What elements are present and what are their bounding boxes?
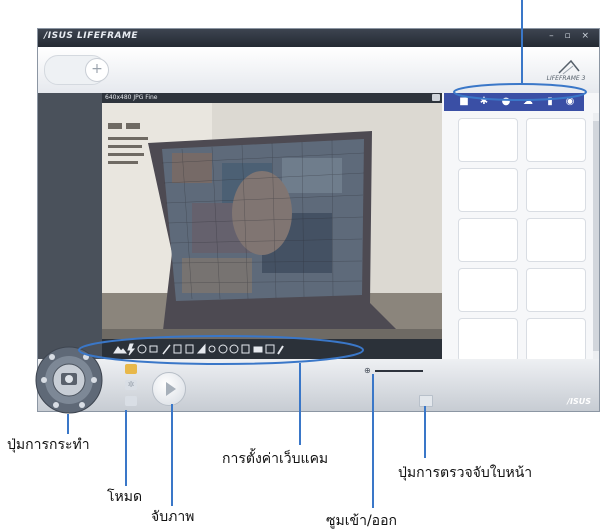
- label-zoom: ซูมเข้า/ออก: [326, 513, 397, 529]
- callout-line-zoom: [372, 374, 374, 508]
- label-capture: จับภาพ: [151, 509, 195, 525]
- play-icon: [166, 382, 176, 396]
- thumbnail-slot[interactable]: [526, 268, 586, 312]
- title-bar: /ISUS LIFEFRAME – ▫ ×: [38, 29, 599, 47]
- callout-line-capture: [171, 404, 173, 506]
- capture-button[interactable]: [152, 372, 186, 406]
- thumbnail-slot[interactable]: [458, 318, 518, 362]
- label-webcam-settings: การตั้งค่าเว็บแคม: [222, 451, 329, 467]
- label-face-detection: ปุ่มการตรวจจับใบหน้า: [398, 465, 533, 481]
- label-mode: โหมด: [107, 489, 143, 505]
- thumbnail-slot[interactable]: [526, 318, 586, 362]
- face-detect-button[interactable]: [419, 395, 433, 407]
- preview-close-icon[interactable]: [432, 94, 440, 101]
- tabs-highlight: [453, 83, 587, 101]
- callout-line-face: [424, 406, 426, 458]
- back-button[interactable]: +: [44, 55, 109, 85]
- media-panel: ■ ✱ ● ☁ ▮ ◉: [442, 93, 599, 362]
- thumbnail-slot[interactable]: [458, 268, 518, 312]
- camera-image: [102, 103, 442, 339]
- app-brand: /ISUS LIFEFRAME: [44, 31, 139, 41]
- scrollbar-thumb[interactable]: [593, 121, 599, 351]
- window-controls[interactable]: – ▫ ×: [549, 31, 593, 41]
- lifeframe-logo-text: LIFEFRAME 3: [546, 75, 586, 82]
- webcam-settings-highlight: [78, 335, 364, 365]
- mode-settings-button[interactable]: ✲: [125, 380, 137, 390]
- thumbnail-slot[interactable]: [458, 168, 518, 212]
- callout-line-mode: [125, 410, 127, 486]
- preview-header: 640x480 JPG Fine: [102, 93, 442, 103]
- thumbnail-slot[interactable]: [526, 168, 586, 212]
- callout-line-tabs: [521, 0, 523, 84]
- left-panel: [38, 93, 102, 359]
- asus-logo: /ISUS: [567, 397, 591, 406]
- preview-resolution: 640x480 JPG Fine: [105, 94, 158, 101]
- mode-face-button[interactable]: [125, 396, 137, 406]
- thumbnail-slot[interactable]: [526, 118, 586, 162]
- scrollbar[interactable]: [593, 113, 599, 359]
- label-action-button: ปุ่มการกระทำ: [7, 437, 90, 453]
- thumbnail-slot[interactable]: [458, 218, 518, 262]
- plus-icon[interactable]: +: [85, 58, 109, 82]
- zoom-slider[interactable]: [375, 370, 423, 372]
- callout-line-webcam: [299, 363, 301, 445]
- thumbnail-slot[interactable]: [526, 218, 586, 262]
- thumbnail-slot[interactable]: [458, 118, 518, 162]
- webcam-preview: 640x480 JPG Fine: [102, 93, 442, 359]
- callout-line-action: [67, 414, 69, 434]
